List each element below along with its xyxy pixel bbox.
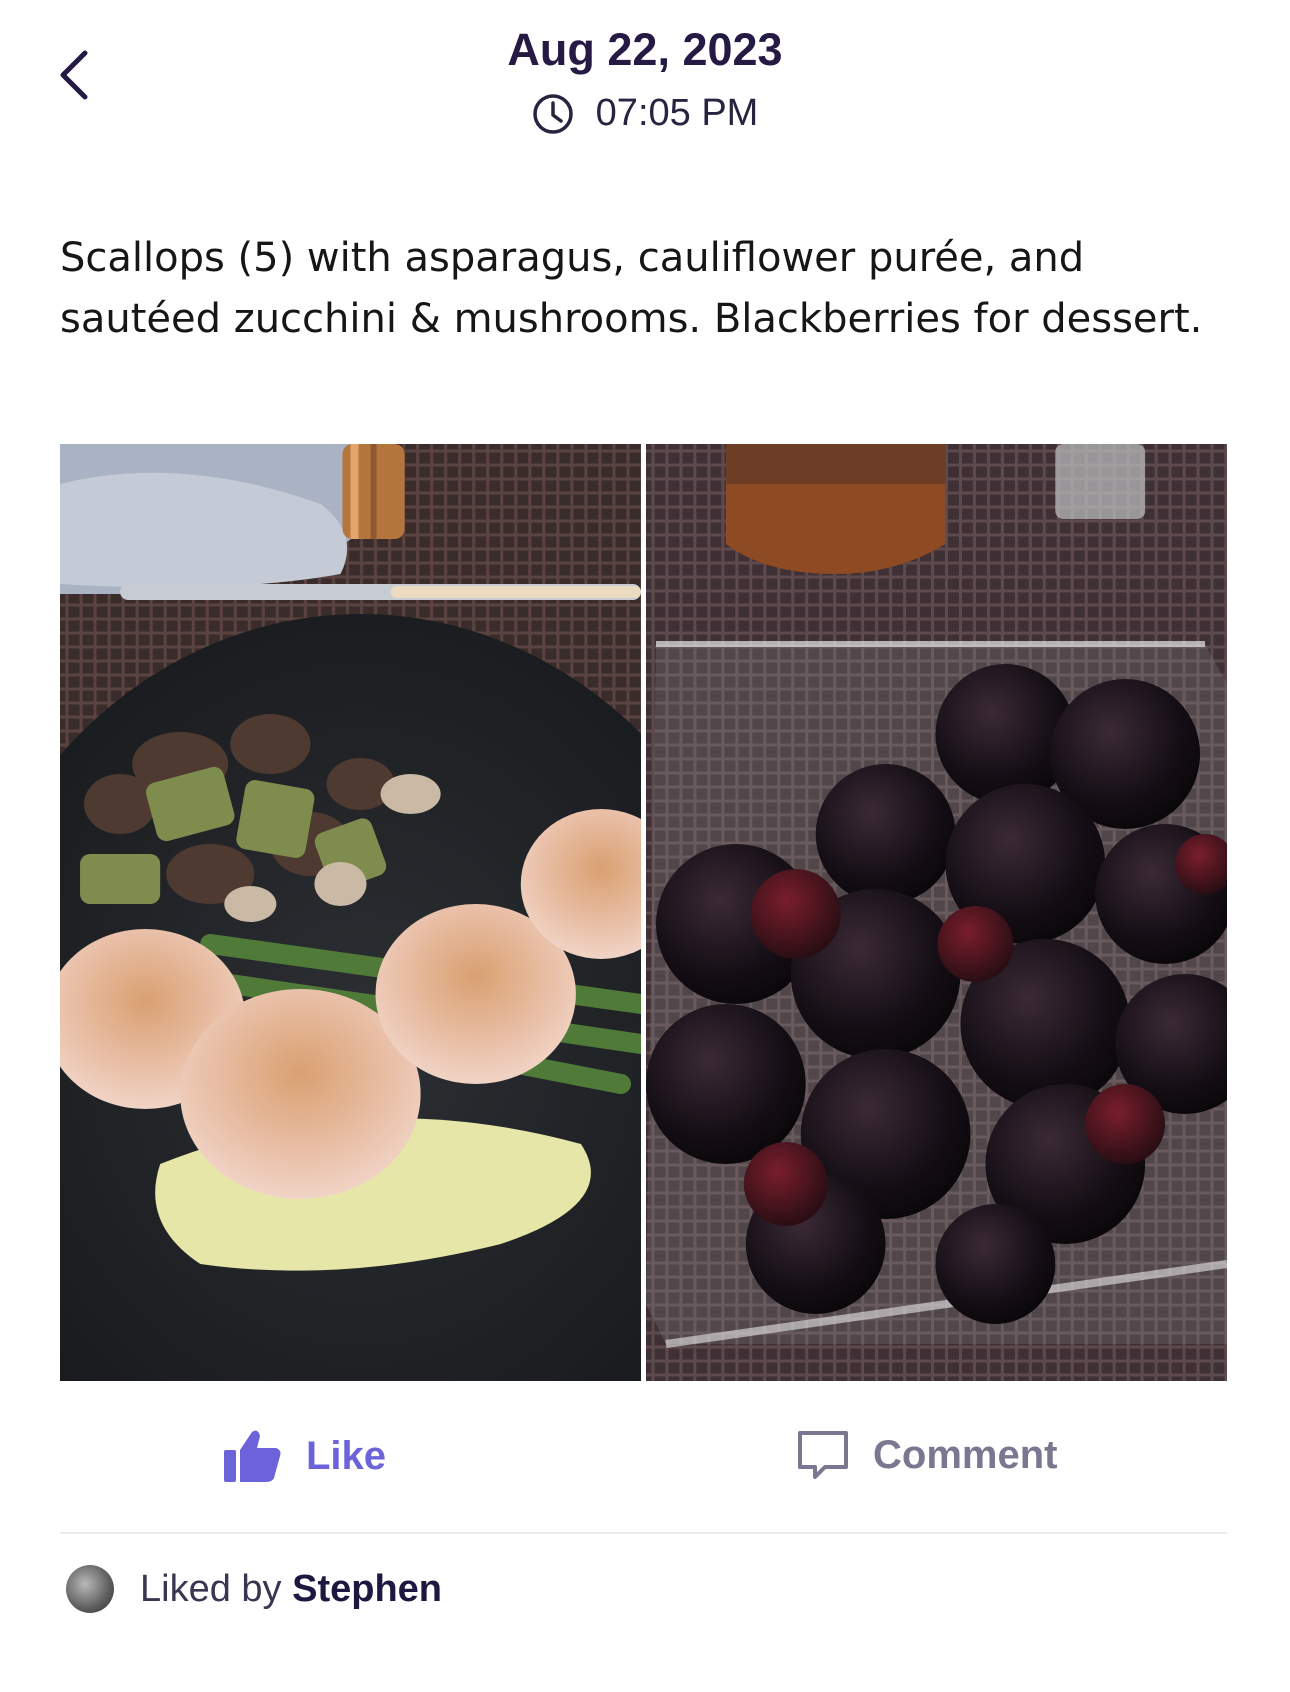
liked-by-name: Stephen	[292, 1567, 443, 1610]
scallops-photo[interactable]	[60, 444, 641, 1381]
post-header: Aug 22, 2023 07:05 PM	[0, 22, 1290, 135]
post-description: Scallops (5) with asparagus, cauliflower…	[60, 235, 1203, 342]
thumbs-up-icon	[224, 1430, 281, 1482]
liked-by-text: Liked by Stephen	[140, 1568, 442, 1611]
post-time: 07:05 PM	[595, 92, 759, 134]
blackberries-image	[646, 444, 1227, 1381]
photo-grid	[60, 444, 1227, 1381]
comment-button[interactable]: Comment	[795, 1428, 1057, 1482]
divider	[60, 1532, 1227, 1534]
speech-bubble-icon	[798, 1431, 848, 1479]
liked-by-row[interactable]: Liked by Stephen	[66, 1565, 442, 1613]
scallops-image	[60, 444, 641, 1381]
comment-label: Comment	[873, 1432, 1058, 1477]
like-button[interactable]: Like	[222, 1428, 386, 1484]
blackberries-photo[interactable]	[646, 444, 1227, 1381]
clock-icon	[532, 93, 573, 134]
post-time-row: 07:05 PM	[0, 92, 1290, 135]
post-actions: Like Comment	[60, 1420, 1227, 1520]
avatar	[66, 1565, 114, 1613]
like-label: Like	[306, 1433, 387, 1478]
post-date: Aug 22, 2023	[507, 24, 783, 75]
liked-by-prefix: Liked by	[140, 1567, 282, 1610]
